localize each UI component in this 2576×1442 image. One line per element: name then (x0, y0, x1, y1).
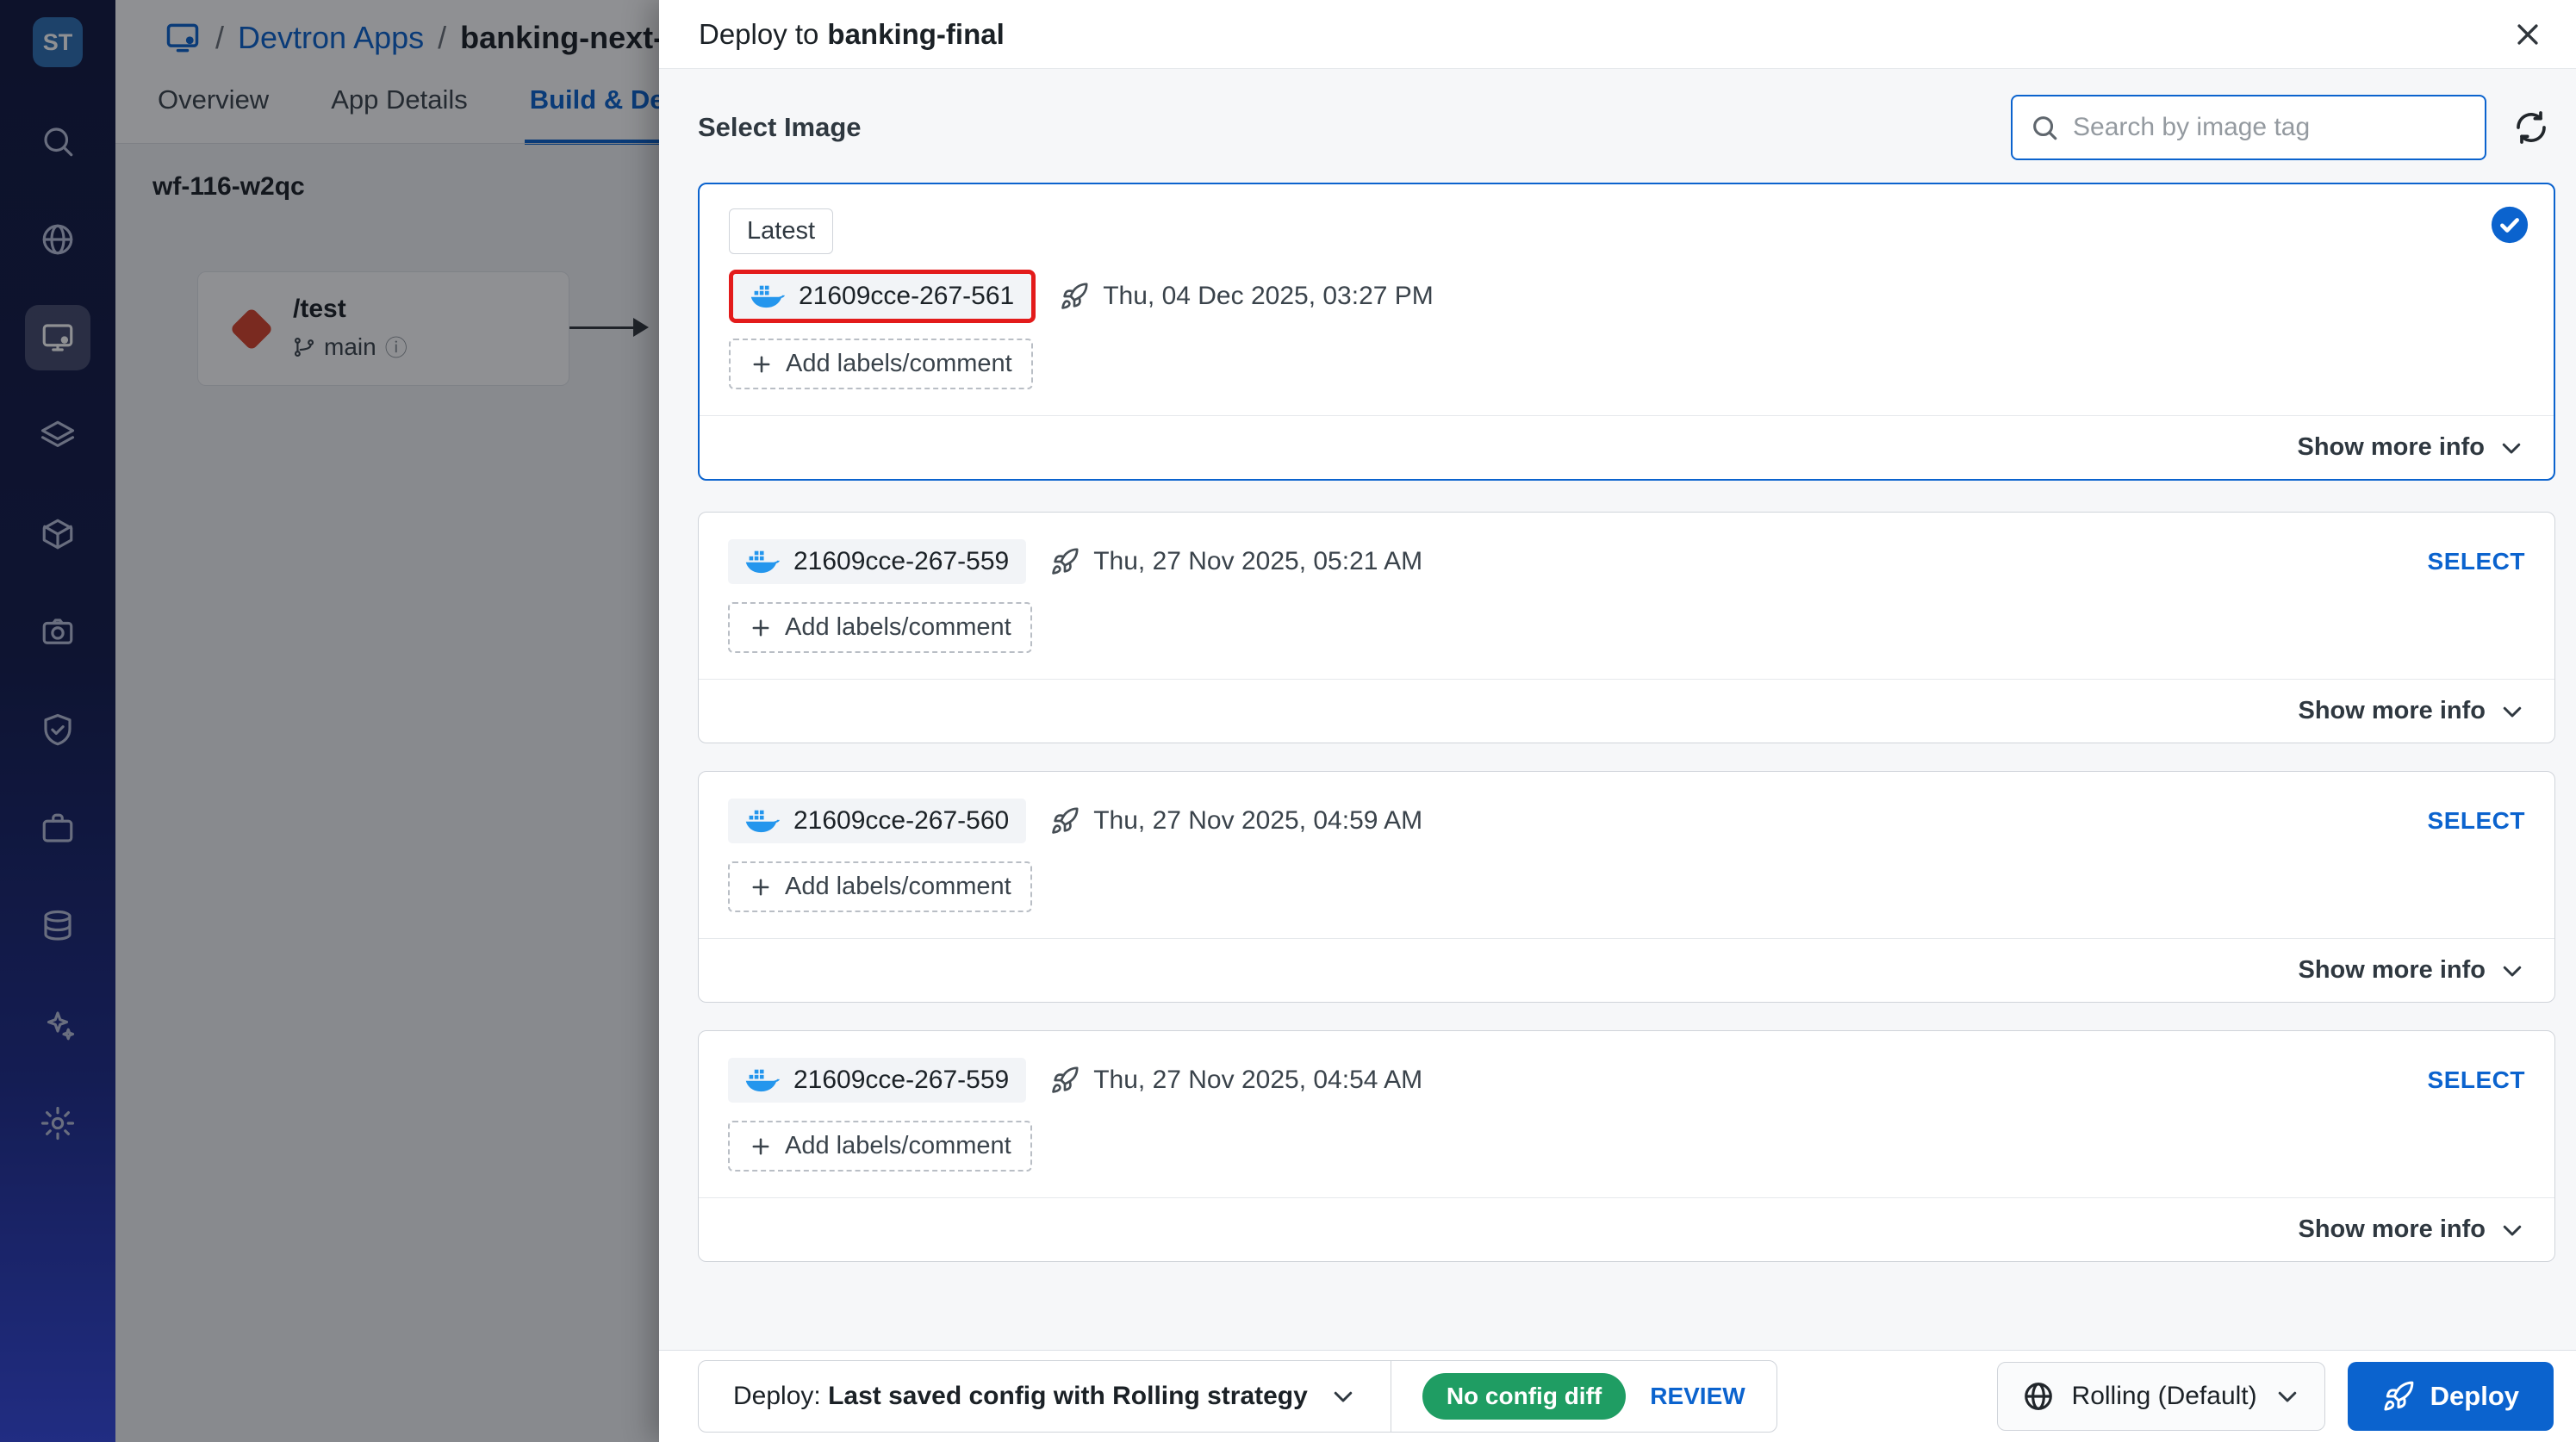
deployed-time-text: Thu, 04 Dec 2025, 03:27 PM (1103, 282, 1434, 310)
image-tag-chip: 21609cce-267-559 (728, 539, 1027, 584)
select-image-button[interactable]: SELECT (2428, 548, 2525, 575)
deployed-time: Thu, 04 Dec 2025, 03:27 PM (1060, 282, 1434, 311)
deployed-time: Thu, 27 Nov 2025, 05:21 AM (1050, 547, 1422, 576)
image-card[interactable]: 21609cce-267-559 Thu, 27 Nov 2025, 05:21… (698, 512, 2555, 743)
docker-icon (745, 550, 780, 574)
show-more-info-button[interactable]: Show more info (700, 415, 2554, 479)
deployed-time-text: Thu, 27 Nov 2025, 04:54 AM (1093, 1066, 1423, 1094)
show-more-info-button[interactable]: Show more info (699, 679, 2554, 743)
rocket-icon (1052, 807, 1079, 834)
plus-icon (752, 1138, 769, 1154)
rocket-icon (1052, 548, 1079, 575)
image-tag: 21609cce-267-560 (793, 806, 1010, 835)
plus-icon (752, 879, 769, 895)
page: ST / Devtron Apps / banking-next-f Overv… (0, 0, 2576, 1442)
select-image-button[interactable]: SELECT (2428, 807, 2525, 835)
rocket-icon (1052, 1066, 1079, 1093)
image-search-box (2011, 95, 2486, 160)
review-link[interactable]: REVIEW (1650, 1383, 1745, 1410)
modal-body: Select Image Latest (659, 69, 2576, 1350)
rocket-icon (2384, 1381, 2413, 1411)
image-tag: 21609cce-267-561 (799, 282, 1015, 310)
image-tag: 21609cce-267-559 (793, 1066, 1010, 1094)
plus-icon (753, 356, 770, 372)
docker-icon (745, 810, 780, 833)
image-card[interactable]: 21609cce-267-559 Thu, 27 Nov 2025, 04:54… (698, 1030, 2555, 1262)
image-tag: 21609cce-267-559 (793, 547, 1010, 575)
chevron-down-icon (2499, 699, 2525, 724)
deploy-config-group: Deploy: Last saved config with Rolling s… (698, 1360, 1777, 1433)
search-icon (2033, 116, 2057, 140)
strategy-value: Rolling (Default) (2071, 1382, 2257, 1410)
deploy-footer: Deploy: Last saved config with Rolling s… (659, 1350, 2576, 1442)
chevron-down-icon (2498, 435, 2524, 461)
deployed-time: Thu, 27 Nov 2025, 04:59 AM (1050, 806, 1422, 836)
plus-icon (752, 619, 769, 636)
chevron-down-icon (2274, 1383, 2300, 1409)
deploy-button[interactable]: Deploy (2347, 1362, 2554, 1431)
show-more-info-button[interactable]: Show more info (699, 938, 2554, 1002)
modal-title-prefix: Deploy to (699, 17, 819, 50)
add-labels-button[interactable]: Add labels/comment (728, 861, 1032, 912)
deploy-config-dropdown[interactable]: Deploy: Last saved config with Rolling s… (699, 1361, 1391, 1432)
config-diff-section: No config diff REVIEW (1390, 1361, 1776, 1432)
image-card[interactable]: Latest 21609cce-267-561 Thu, 04 Dec 2025… (698, 183, 2555, 481)
image-tag-chip: 21609cce-267-559 (728, 1058, 1027, 1103)
close-icon[interactable] (2505, 12, 2550, 57)
select-image-heading: Select Image (698, 112, 862, 142)
deploy-button-label: Deploy (2430, 1381, 2519, 1411)
strategy-dropdown[interactable]: Rolling (Default) (1996, 1362, 2325, 1431)
add-labels-button[interactable]: Add labels/comment (729, 339, 1033, 389)
deployed-time-text: Thu, 27 Nov 2025, 05:21 AM (1093, 547, 1423, 575)
image-tag-chip: 21609cce-267-561 (733, 274, 1032, 319)
rocket-icon (1061, 283, 1088, 309)
deployed-time-text: Thu, 27 Nov 2025, 04:59 AM (1093, 806, 1423, 835)
chevron-down-icon (2499, 1217, 2525, 1243)
modal-header: Deploy to banking-final (659, 0, 2576, 69)
deployed-time: Thu, 27 Nov 2025, 04:54 AM (1050, 1066, 1422, 1095)
highlight-red-outline: 21609cce-267-561 (729, 270, 1036, 323)
show-more-info-button[interactable]: Show more info (699, 1197, 2554, 1261)
add-labels-button[interactable]: Add labels/comment (728, 602, 1032, 653)
refresh-icon[interactable] (2507, 103, 2555, 152)
selected-check-icon[interactable] (2490, 205, 2529, 245)
select-image-button[interactable]: SELECT (2428, 1066, 2525, 1094)
add-labels-button[interactable]: Add labels/comment (728, 1121, 1032, 1172)
search-input[interactable] (2073, 113, 2467, 142)
chevron-down-icon (1330, 1383, 1356, 1409)
deploy-config-value: Last saved config with Rolling strategy (828, 1382, 1308, 1410)
config-diff-badge: No config diff (1422, 1373, 1627, 1420)
chevron-down-icon (2499, 958, 2525, 984)
deploy-modal: Deploy to banking-final Select Image Sea… (659, 0, 2576, 1442)
docker-icon (745, 1069, 780, 1092)
docker-icon (750, 285, 785, 308)
latest-badge: Latest (729, 208, 833, 254)
image-tag-chip: 21609cce-267-560 (728, 799, 1027, 843)
strategy-globe-icon (2022, 1380, 2055, 1413)
image-card[interactable]: 21609cce-267-560 Thu, 27 Nov 2025, 04:59… (698, 771, 2555, 1003)
deploy-config-prefix: Deploy: (733, 1382, 821, 1410)
modal-title-environment: banking-final (827, 17, 1005, 50)
